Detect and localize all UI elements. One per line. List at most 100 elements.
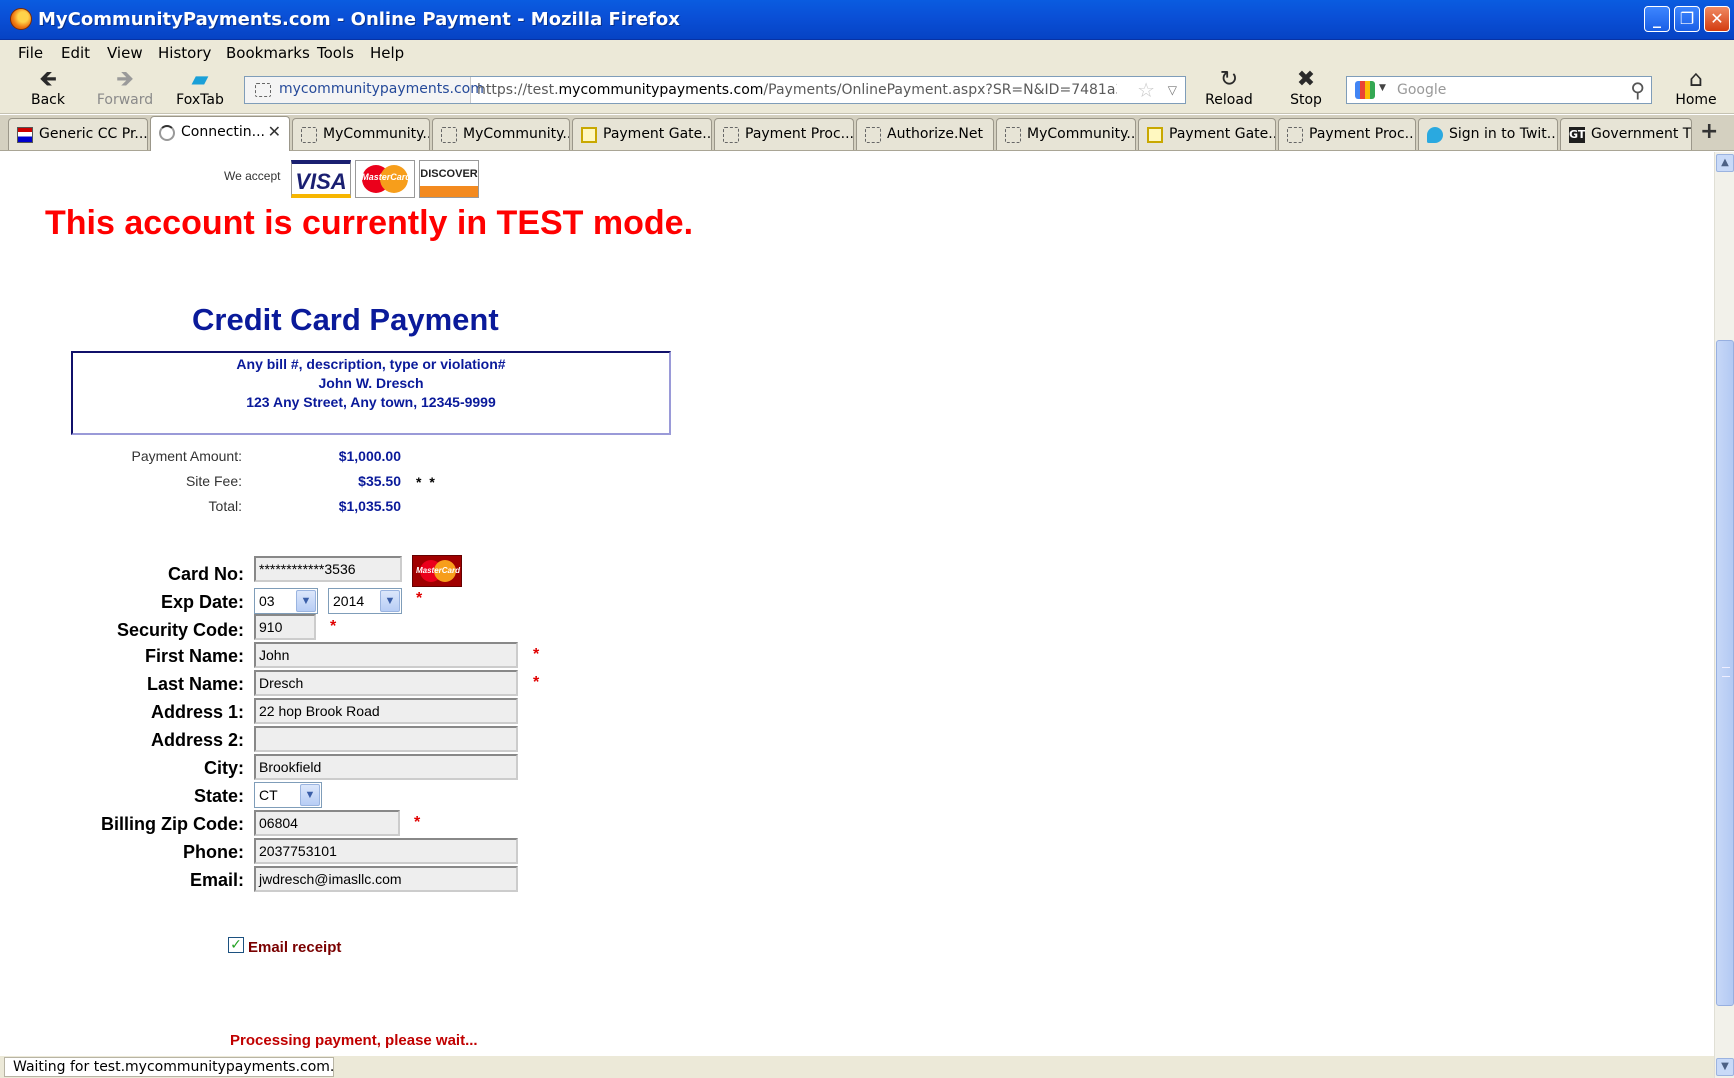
first-name-field[interactable]: John bbox=[254, 642, 518, 668]
city-field[interactable]: Brookfield bbox=[254, 754, 518, 780]
email-field[interactable]: jwdresch@imasllc.com bbox=[254, 866, 518, 892]
engine-dropdown-icon[interactable]: ▼ bbox=[1379, 83, 1386, 93]
menu-bookmarks[interactable]: Bookmarks bbox=[226, 44, 310, 62]
bill-name: John W. Dresch bbox=[318, 375, 424, 391]
tab-payment-gate-2[interactable]: Payment Gate... bbox=[1138, 118, 1276, 150]
tab-generic-cc[interactable]: Generic CC Pr... bbox=[8, 118, 148, 150]
page-icon bbox=[1005, 127, 1021, 143]
firefox-logo-icon bbox=[10, 8, 32, 30]
tab-mycommunity-1[interactable]: MyCommunity... bbox=[292, 118, 430, 150]
address-2-label: Address 2: bbox=[150, 730, 244, 750]
back-label: Back bbox=[31, 92, 65, 108]
url-dropdown-icon[interactable]: ▽ bbox=[1168, 83, 1177, 97]
phone-field[interactable]: 2037753101 bbox=[254, 838, 518, 864]
tab-label: Authorize.Net bbox=[887, 126, 984, 142]
tab-connecting[interactable]: Connectin... ✕ bbox=[150, 116, 290, 151]
page-content: We accept VISA MasterCard DISCOVER This … bbox=[0, 152, 1714, 1056]
tab-mycommunity-2[interactable]: MyCommunity... bbox=[432, 118, 570, 150]
visa-logo: VISA bbox=[291, 160, 351, 198]
foxtab-label: FoxTab bbox=[176, 92, 224, 108]
url-text[interactable]: https://test.mycommunitypayments.com/Pay… bbox=[477, 82, 1117, 98]
last-name-field[interactable]: Dresch bbox=[254, 670, 518, 696]
site-identity-button[interactable]: mycommunitypayments.com bbox=[245, 77, 484, 103]
grip-icon bbox=[1722, 667, 1730, 677]
twitter-bird-icon bbox=[1427, 127, 1443, 143]
email-receipt-checkbox[interactable]: ✓ bbox=[228, 937, 244, 953]
mastercard-detected-icon: MasterCard bbox=[412, 555, 462, 587]
minimize-button[interactable]: _ bbox=[1644, 6, 1670, 32]
billing-zip-field[interactable]: 06804 bbox=[254, 810, 400, 836]
state-select[interactable]: CT ▼ bbox=[254, 782, 322, 808]
exp-year-select[interactable]: 2014 ▼ bbox=[328, 588, 402, 614]
menu-edit[interactable]: Edit bbox=[61, 44, 90, 62]
payment-amount-value: $1,000.00 bbox=[338, 448, 401, 464]
navigation-toolbar: 🡸 Back 🡺 Forward ▰ FoxTab mycommunitypay… bbox=[0, 66, 1734, 114]
gateway-icon bbox=[1147, 127, 1163, 143]
billing-zip-label: Billing Zip Code: bbox=[101, 814, 244, 834]
discover-logo: DISCOVER bbox=[419, 160, 479, 198]
menu-help[interactable]: Help bbox=[370, 44, 404, 62]
close-tab-icon[interactable]: ✕ bbox=[268, 122, 281, 141]
close-window-button[interactable]: ✕ bbox=[1704, 6, 1730, 32]
menu-history[interactable]: History bbox=[158, 44, 211, 62]
tab-mycommunity-3[interactable]: MyCommunity... bbox=[996, 118, 1136, 150]
foxtab-icon: ▰ bbox=[191, 67, 209, 92]
exp-month-select[interactable]: 03 ▼ bbox=[254, 588, 318, 614]
tab-label: Connectin... bbox=[181, 124, 265, 140]
bill-description: Any bill #, description, type or violati… bbox=[236, 356, 506, 372]
scroll-up-icon[interactable]: ▲ bbox=[1716, 154, 1734, 172]
restore-button[interactable]: ❐ bbox=[1674, 6, 1700, 32]
google-engine-icon[interactable] bbox=[1355, 81, 1375, 99]
test-mode-notice: This account is currently in TEST mode. bbox=[45, 204, 694, 242]
tab-twitter[interactable]: Sign in to Twit... bbox=[1418, 118, 1558, 150]
address-1-field[interactable]: 22 hop Brook Road bbox=[254, 698, 518, 724]
search-magnifier-icon[interactable]: ⚲ bbox=[1630, 78, 1645, 102]
required-mark: * bbox=[414, 814, 421, 831]
email-receipt-label[interactable]: Email receipt bbox=[248, 939, 341, 956]
tab-payment-gate-1[interactable]: Payment Gate... bbox=[572, 118, 712, 150]
address-2-field[interactable] bbox=[254, 726, 518, 752]
tab-payment-proc-2[interactable]: Payment Proc... bbox=[1278, 118, 1416, 150]
search-placeholder: Google bbox=[1397, 82, 1447, 98]
search-bar[interactable]: ▼ Google ⚲ bbox=[1346, 76, 1652, 104]
back-button[interactable]: 🡸 Back bbox=[28, 68, 68, 109]
chevron-down-icon: ▼ bbox=[380, 590, 400, 612]
new-tab-icon[interactable]: + bbox=[1700, 119, 1718, 144]
menu-file[interactable]: File bbox=[18, 44, 43, 62]
card-number-field[interactable]: ************3536 bbox=[254, 556, 402, 582]
tab-label: MyCommunity... bbox=[323, 126, 430, 142]
home-label: Home bbox=[1675, 92, 1717, 108]
tab-payment-proc-1[interactable]: Payment Proc... bbox=[714, 118, 854, 150]
scrollbar-thumb[interactable] bbox=[1716, 340, 1734, 1006]
menu-tools[interactable]: Tools bbox=[317, 44, 354, 62]
vertical-scrollbar[interactable]: ▲ ▼ bbox=[1714, 152, 1734, 1078]
home-button[interactable]: ⌂ Home bbox=[1672, 68, 1720, 109]
chevron-down-icon: ▼ bbox=[300, 784, 320, 806]
window-title: MyCommunityPayments.com - Online Payment… bbox=[38, 9, 680, 30]
tab-label: Generic CC Pr... bbox=[39, 126, 148, 142]
url-prefix: https://test. bbox=[477, 82, 559, 98]
tab-authorize-net[interactable]: Authorize.Net bbox=[856, 118, 994, 150]
reload-button[interactable]: ↻ Reload bbox=[1202, 67, 1256, 109]
security-code-field[interactable]: 910 bbox=[254, 614, 316, 640]
page-icon bbox=[255, 83, 271, 97]
tab-government[interactable]: GT Government T... bbox=[1560, 118, 1692, 150]
bookmark-star-icon[interactable]: ☆ bbox=[1137, 78, 1155, 102]
scroll-down-icon[interactable]: ▼ bbox=[1716, 1058, 1734, 1076]
site-fee-value: $35.50 bbox=[358, 473, 401, 489]
processing-message: Processing payment, please wait... bbox=[230, 1032, 478, 1049]
required-mark: * bbox=[330, 618, 337, 635]
page-title: Credit Card Payment bbox=[192, 302, 499, 337]
menu-view[interactable]: View bbox=[107, 44, 143, 62]
state-label: State: bbox=[193, 786, 244, 806]
tab-bar: Generic CC Pr... Connectin... ✕ MyCommun… bbox=[0, 115, 1734, 151]
address-bar[interactable]: mycommunitypayments.com https://test.myc… bbox=[244, 76, 1186, 104]
card-no-label: Card No: bbox=[168, 564, 244, 584]
tab-label: MyCommunity... bbox=[1027, 126, 1136, 142]
stop-button[interactable]: ✖ Stop bbox=[1286, 68, 1326, 109]
foxtab-button[interactable]: ▰ FoxTab bbox=[174, 67, 226, 109]
menu-bar: File Edit View History Bookmarks Tools H… bbox=[0, 40, 1734, 66]
phone-label: Phone: bbox=[183, 842, 244, 862]
forward-button[interactable]: 🡺 Forward bbox=[94, 68, 156, 109]
reload-icon: ↻ bbox=[1219, 67, 1239, 92]
